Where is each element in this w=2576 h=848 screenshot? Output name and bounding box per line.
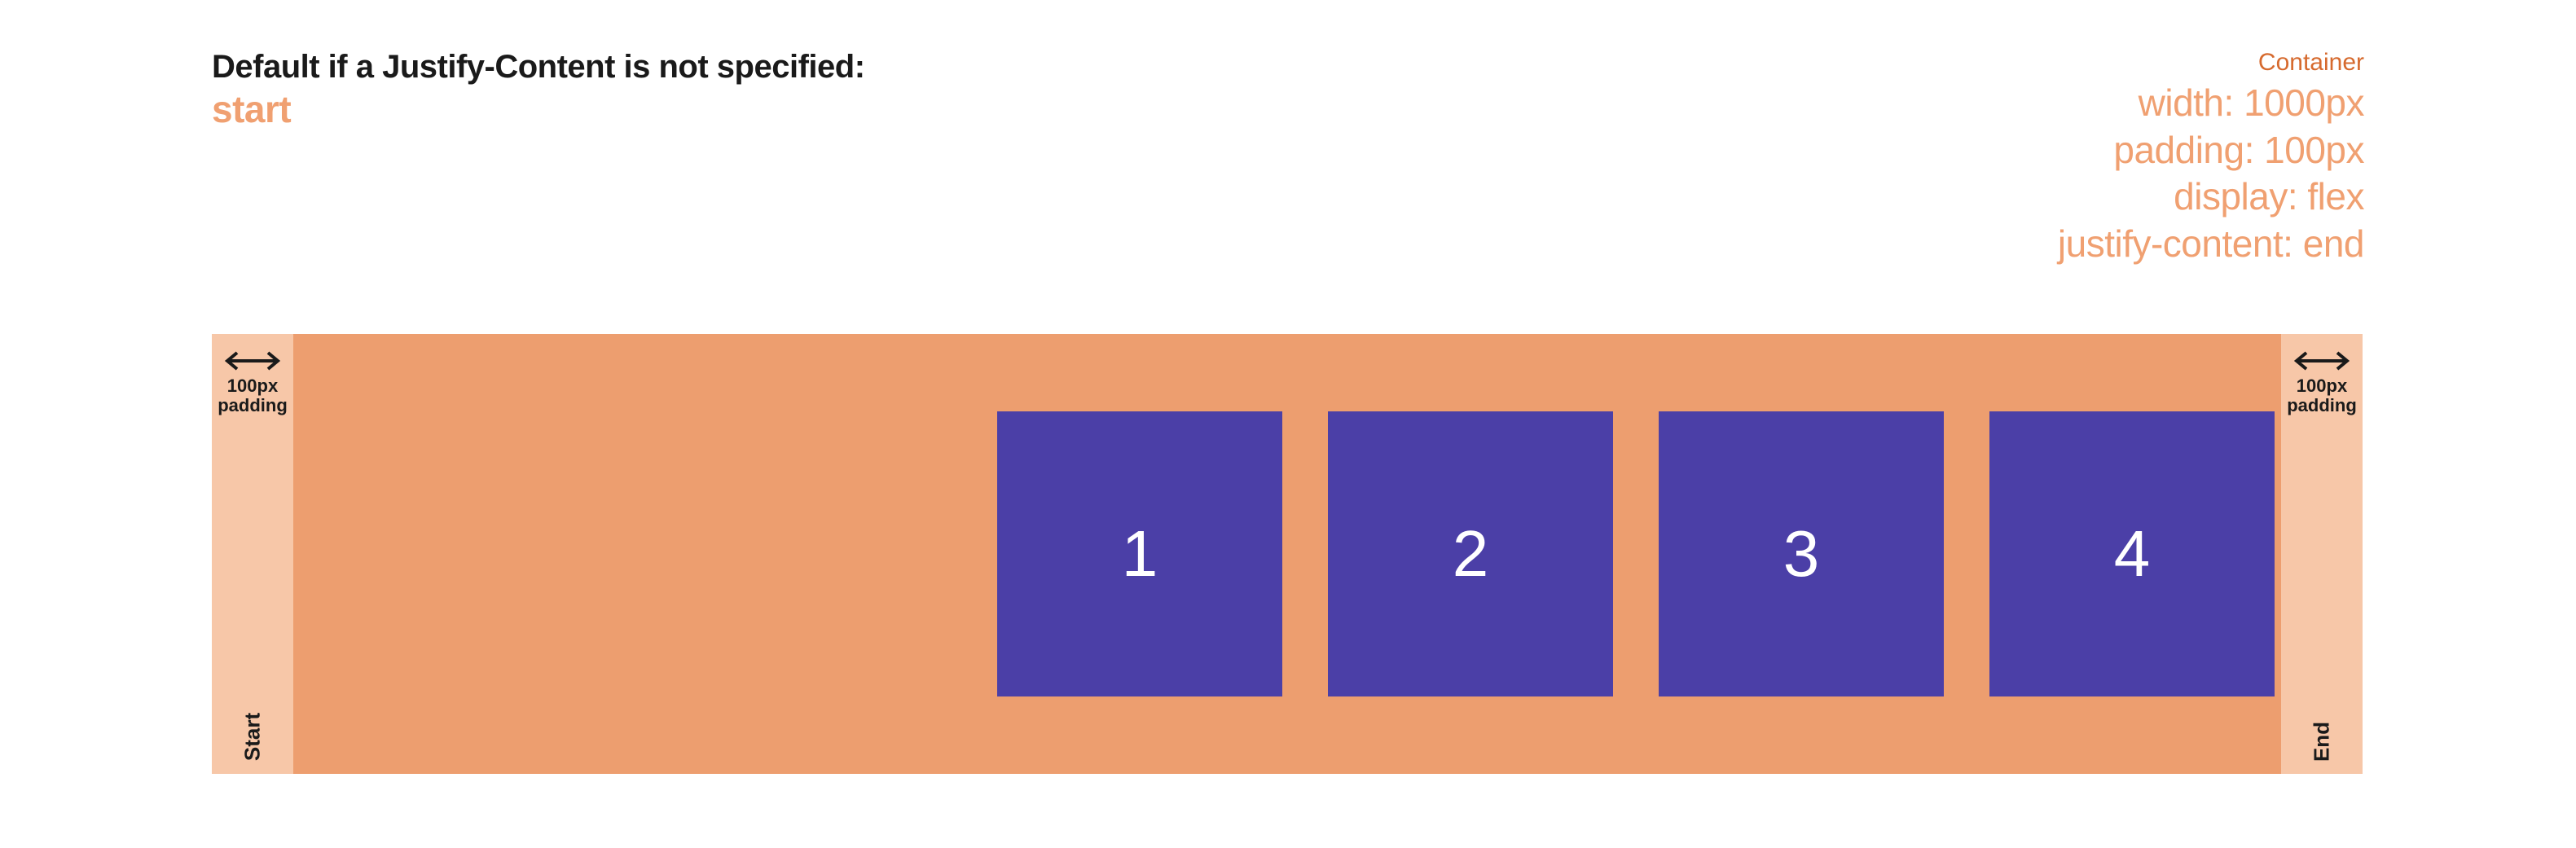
flex-item-number: 3 xyxy=(1783,516,1820,591)
container-prop-line: justify-content: end xyxy=(2058,221,2364,268)
flex-item: 1 xyxy=(997,411,1282,696)
padding-size-label: 100px xyxy=(2281,376,2363,396)
horizontal-arrow-icon xyxy=(2293,349,2350,373)
flex-content-area: 1 2 3 4 xyxy=(293,334,2281,774)
horizontal-arrow-icon xyxy=(224,349,281,373)
heading-title: Default if a Justify-Content is not spec… xyxy=(212,49,865,86)
flex-item: 4 xyxy=(1989,411,2275,696)
padding-indicator: 100px padding xyxy=(2281,334,2363,415)
padding-zone-start: 100px padding Start xyxy=(212,334,293,774)
container-prop-line: display: flex xyxy=(2058,174,2364,221)
container-prop-line: padding: 100px xyxy=(2058,127,2364,174)
start-side-label: Start xyxy=(240,713,266,761)
container-prop-line: width: 1000px xyxy=(2058,80,2364,127)
container-props-label: Container xyxy=(2058,49,2364,77)
flex-item: 2 xyxy=(1328,411,1613,696)
container-props: Container width: 1000px padding: 100px d… xyxy=(2058,49,2364,267)
heading-area: Default if a Justify-Content is not spec… xyxy=(212,49,2364,267)
padding-size-label: 100px xyxy=(212,376,293,396)
padding-zone-end: 100px padding End xyxy=(2281,334,2363,774)
heading-default-value: start xyxy=(212,87,865,131)
flex-demo-container: 100px padding Start 1 2 3 4 100px paddin… xyxy=(212,334,2363,774)
padding-label: padding xyxy=(212,396,293,415)
flex-item-number: 1 xyxy=(1122,516,1158,591)
flex-item-number: 2 xyxy=(1453,516,1489,591)
flex-item: 3 xyxy=(1659,411,1944,696)
flex-item-number: 4 xyxy=(2114,516,2151,591)
heading-left: Default if a Justify-Content is not spec… xyxy=(212,49,865,131)
padding-label: padding xyxy=(2281,396,2363,415)
end-side-label: End xyxy=(2310,722,2335,762)
padding-indicator: 100px padding xyxy=(212,334,293,415)
